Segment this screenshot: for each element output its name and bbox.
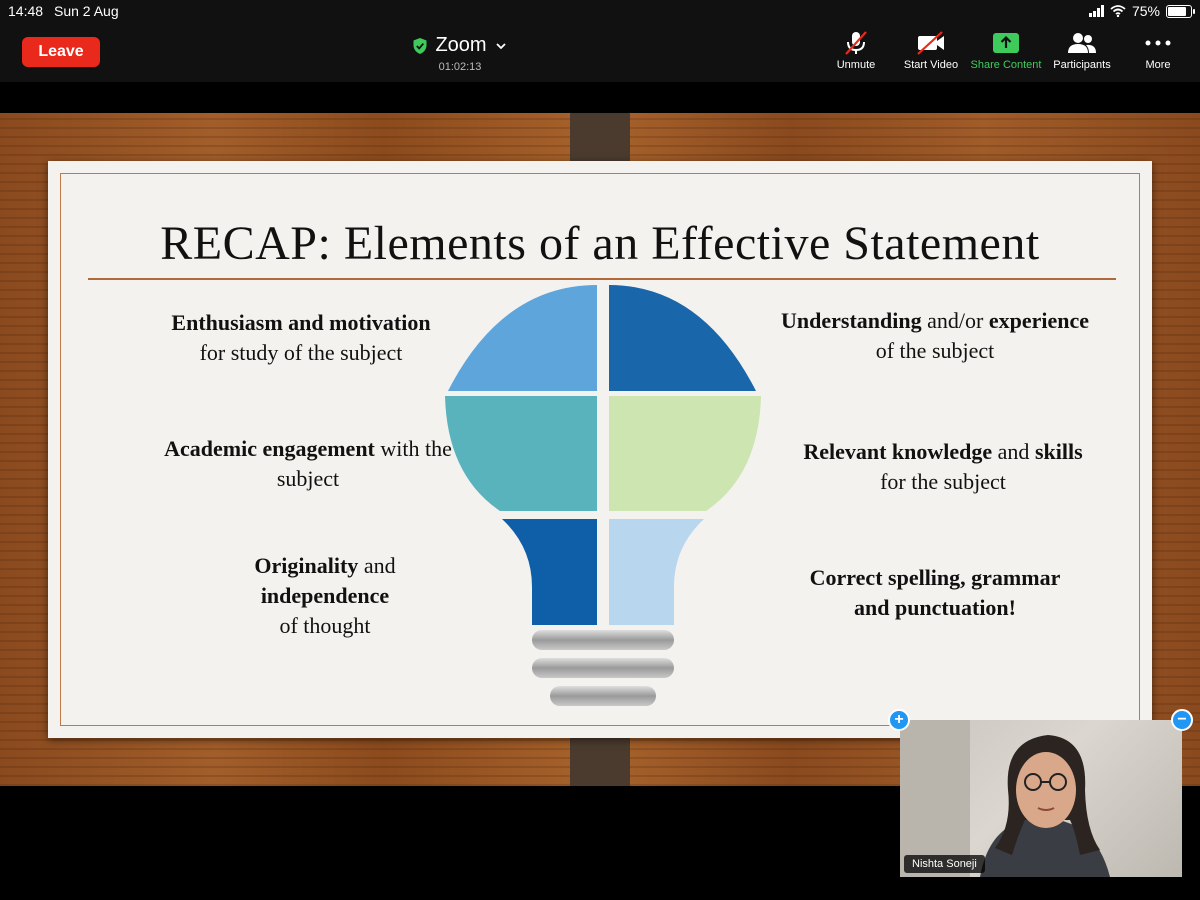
slide-title: RECAP: Elements of an Effective Statemen… [160,217,1040,270]
item-independence-bold: independence [260,583,390,608]
item-enthusiasm-rest: for study of the subject [199,340,403,365]
item-knowledge-bold: Relevant knowledge [803,439,993,464]
share-content-label: Share Content [970,59,1042,71]
bulb-base-ring-1 [532,630,674,650]
item-understanding-rest: of the subject [875,338,995,363]
more-icon [1145,40,1171,46]
video-camera-off-icon [917,31,944,55]
item-experience-bold: experience [988,308,1089,333]
item-knowledge-mid: and [992,439,1035,464]
status-date: Sun 2 Aug [54,3,119,19]
item-originality-mid: and [358,553,396,578]
status-right: 75% [1088,3,1195,19]
plus-icon: + [894,711,904,728]
share-content-button[interactable]: Share Content [968,30,1044,71]
more-button[interactable]: More [1120,30,1196,71]
item-understanding: Understanding and/or experience of the s… [770,306,1100,366]
shield-check-icon [413,37,427,54]
item-correct-spelling: Correct spelling, grammar and punctuatio… [770,563,1100,623]
item-spelling-bold: Correct spelling, grammar [809,565,1061,590]
bulb-top-right [609,285,756,391]
self-video-thumbnail[interactable]: Nishta Soneji [900,720,1182,877]
bulb-base-ring-2 [532,658,674,678]
item-relevant-knowledge: Relevant knowledge and skills for the su… [778,437,1108,497]
title-divider [88,278,1116,280]
start-video-label: Start Video [903,59,959,71]
item-academic-engagement: Academic engagement with the subject [143,434,473,494]
item-originality-bold: Originality [254,553,359,578]
unmute-label: Unmute [836,59,876,71]
unmute-button[interactable]: Unmute [818,30,894,71]
zoom-in-button[interactable]: + [888,709,910,731]
bulb-top-left [448,285,597,391]
participants-icon [1068,33,1096,53]
more-label: More [1145,59,1171,71]
item-enthusiasm: Enthusiasm and motivation for study of t… [136,308,466,368]
bulb-base-ring-3 [550,686,656,706]
participant-name: Nishta Soneji [904,855,985,873]
wifi-icon [1110,5,1126,17]
meeting-title: Zoom [435,34,487,56]
item-knowledge-rest: for the subject [880,469,1006,494]
minus-icon: − [1177,711,1187,728]
share-screen-icon [993,33,1019,53]
shared-screen: RECAP: Elements of an Effective Statemen… [0,113,1200,786]
meeting-toolbar: Leave Zoom 01:02:13 Unmute Start Video S… [0,24,1200,82]
signal-icon [1088,5,1104,17]
slide-card: RECAP: Elements of an Effective Statemen… [48,161,1152,738]
item-understanding-bold: Understanding [781,308,922,333]
status-bar: 14:48 Sun 2 Aug 75% [0,0,1200,24]
start-video-button[interactable]: Start Video [893,30,969,71]
item-originality-rest: of thought [279,613,371,638]
item-punctuation-bold: and punctuation! [853,595,1016,620]
battery-percent: 75% [1131,3,1160,19]
meeting-timer: 01:02:13 [438,61,482,73]
chevron-down-icon [495,42,506,49]
battery-icon [1166,4,1195,18]
bulb-neck-right [609,519,704,625]
status-time: 14:48 [8,3,44,19]
item-enthusiasm-bold: Enthusiasm and motivation [171,310,431,335]
item-originality: Originality and independence of thought [160,551,490,641]
item-skills-bold: skills [1034,439,1083,464]
bulb-mid-right [609,396,761,511]
bulb-neck-left [502,519,597,625]
participant-silhouette [900,720,1110,877]
participants-button[interactable]: Participants [1044,30,1120,71]
microphone-muted-icon [845,31,867,55]
lightbulb-graphic [445,285,761,706]
meeting-info[interactable]: Zoom 01:02:13 [400,34,520,73]
item-academic-bold: Academic engagement [164,436,375,461]
minimize-thumbnail-button[interactable]: − [1171,709,1193,731]
bulb-mid-left [445,396,597,511]
item-understanding-mid: and/or [921,308,989,333]
leave-button[interactable]: Leave [22,37,100,67]
participants-label: Participants [1053,59,1111,71]
